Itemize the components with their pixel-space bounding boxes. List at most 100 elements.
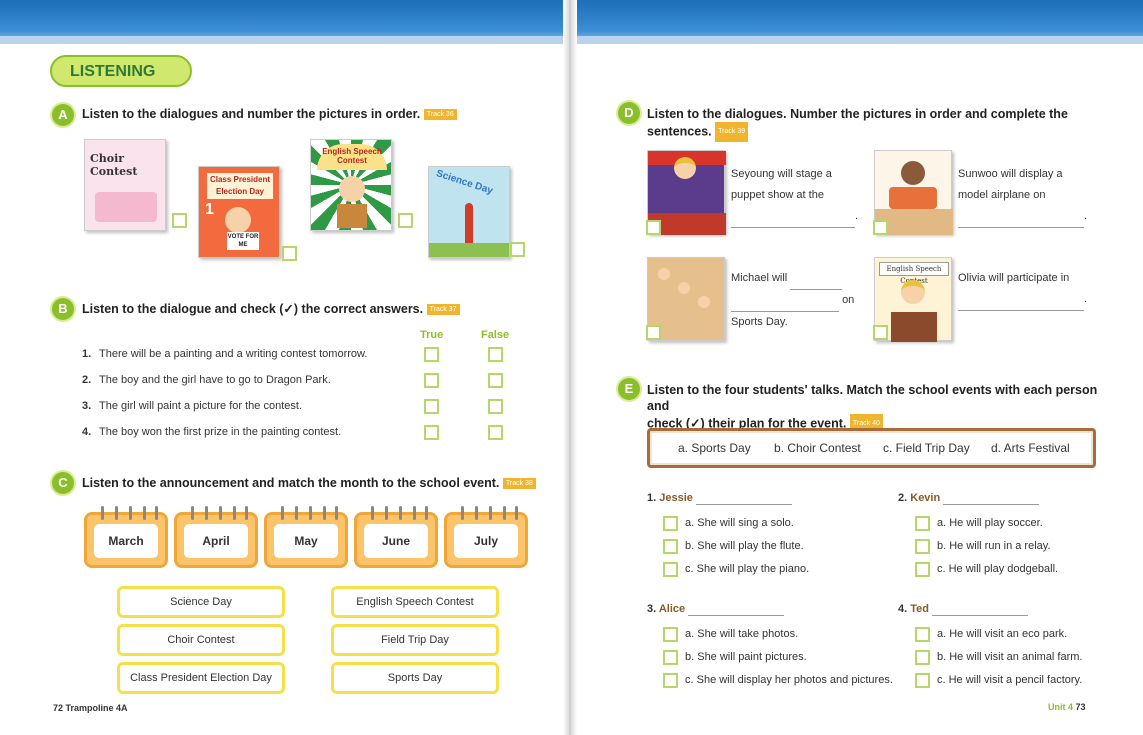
instruction-a: Listen to the dialogues and number the p… xyxy=(82,107,457,121)
plan-checkbox[interactable] xyxy=(663,627,678,642)
answer-blank[interactable] xyxy=(731,290,839,312)
statement-text: The boy won the first prize in the paint… xyxy=(99,426,342,438)
statement-number: 4. xyxy=(82,426,92,438)
shirt-illustration xyxy=(889,187,937,209)
sentence-d-4: Olivia will participate in . xyxy=(958,268,1090,311)
person-jessie: 1. Jessie xyxy=(647,492,792,505)
sentence-line: puppet show at the xyxy=(731,189,824,201)
true-header: True xyxy=(420,329,444,341)
track-badge-c[interactable]: Track 38 xyxy=(502,478,536,490)
answer-blank[interactable] xyxy=(932,603,1029,616)
checkbox-d-1[interactable] xyxy=(646,220,661,235)
sentence-line: Sports Day. xyxy=(731,316,788,328)
person-alice: 3. Alice xyxy=(647,603,785,616)
checkbox-d-2[interactable] xyxy=(873,220,888,235)
true-checkbox[interactable] xyxy=(424,373,439,388)
instruction-d-line2: sentences. xyxy=(647,124,712,139)
plan-checkbox[interactable] xyxy=(663,673,678,688)
page-footer-left: 72 Trampoline 4A xyxy=(53,703,128,713)
statement-number: 3. xyxy=(82,400,92,412)
plan-checkbox[interactable] xyxy=(915,627,930,642)
plan-checkbox[interactable] xyxy=(915,516,930,531)
plan-option: c. He will visit a pencil factory. xyxy=(937,674,1083,686)
plan-checkbox[interactable] xyxy=(663,650,678,665)
event-sports-day[interactable]: Sports Day xyxy=(331,662,499,694)
answer-blank[interactable] xyxy=(790,268,843,290)
event-option: d. Arts Festival xyxy=(991,441,1070,455)
plan-option: c. He will play dodgeball. xyxy=(937,563,1059,575)
answer-blank[interactable] xyxy=(958,206,1084,228)
answer-blank[interactable] xyxy=(695,492,792,505)
speaker-illustration xyxy=(339,176,365,202)
plan-checkbox[interactable] xyxy=(915,539,930,554)
sentence-line: . xyxy=(1084,210,1088,222)
calendar-march[interactable]: March xyxy=(84,506,168,568)
plan-option: b. He will visit an animal farm. xyxy=(937,651,1083,663)
calendar-july[interactable]: July xyxy=(444,506,528,568)
statement-row: 4. The boy won the first prize in the pai… xyxy=(82,426,341,438)
podium-illustration xyxy=(337,204,367,228)
person-number: 2. xyxy=(898,492,908,504)
plan-checkbox[interactable] xyxy=(915,562,930,577)
event-english-speech-contest[interactable]: English Speech Contest xyxy=(331,586,499,618)
checkbox-picture-3[interactable] xyxy=(398,213,413,228)
instruction-d-line1: Listen to the dialogues. Number the pict… xyxy=(647,107,1068,121)
event-option: a. Sports Day xyxy=(678,441,751,455)
false-header: False xyxy=(481,329,510,341)
boy-illustration xyxy=(225,207,251,233)
plan-option: a. He will visit an eco park. xyxy=(937,628,1068,640)
checkbox-picture-4[interactable] xyxy=(510,242,525,257)
calendar-april[interactable]: April xyxy=(174,506,258,568)
event-field-trip-day[interactable]: Field Trip Day xyxy=(331,624,499,656)
instruction-a-text: Listen to the dialogues and number the p… xyxy=(82,107,421,121)
true-checkbox[interactable] xyxy=(424,425,439,440)
track-badge-a[interactable]: Track 36 xyxy=(423,109,457,121)
month-label: April xyxy=(184,524,248,558)
event-option: b. Choir Contest xyxy=(774,441,861,455)
podium-illustration xyxy=(891,312,937,342)
sentence-line: . xyxy=(1084,293,1088,305)
person-name: Alice xyxy=(658,603,686,615)
checkbox-d-4[interactable] xyxy=(873,325,888,340)
false-checkbox[interactable] xyxy=(488,399,503,414)
answer-blank[interactable] xyxy=(958,289,1084,311)
runner-illustration xyxy=(658,268,670,280)
false-checkbox[interactable] xyxy=(488,425,503,440)
picture-choir-contest: Choir Contest xyxy=(84,139,166,231)
event-options-box: a. Sports Day b. Choir Contest c. Field … xyxy=(647,428,1096,468)
picture-science-day: Science Day xyxy=(428,166,510,258)
choir-illustration xyxy=(95,192,157,222)
sentence-line: on xyxy=(842,294,855,306)
plan-checkbox[interactable] xyxy=(915,673,930,688)
event-science-day[interactable]: Science Day xyxy=(117,586,285,618)
plan-checkbox[interactable] xyxy=(663,562,678,577)
runner-illustration xyxy=(678,282,690,294)
event-class-president-election-day[interactable]: Class President Election Day xyxy=(117,662,285,694)
false-checkbox[interactable] xyxy=(488,347,503,362)
calendar-may[interactable]: May xyxy=(264,506,348,568)
puppeteer-illustration xyxy=(674,157,696,179)
answer-blank[interactable] xyxy=(943,492,1040,505)
calendar-june[interactable]: June xyxy=(354,506,438,568)
plan-checkbox[interactable] xyxy=(663,516,678,531)
true-checkbox[interactable] xyxy=(424,399,439,414)
plan-option: a. He will play soccer. xyxy=(937,517,1043,529)
checkbox-picture-2[interactable] xyxy=(282,246,297,261)
checkbox-picture-1[interactable] xyxy=(172,213,187,228)
plan-checkbox[interactable] xyxy=(915,650,930,665)
sentence-line: model airplane on xyxy=(958,189,1046,201)
instruction-b-text: Listen to the dialogue and check (✓) the… xyxy=(82,302,424,316)
plan-checkbox[interactable] xyxy=(663,539,678,554)
track-badge-b[interactable]: Track 37 xyxy=(426,304,460,316)
footer-unit: Unit 4 xyxy=(1048,702,1074,712)
false-checkbox[interactable] xyxy=(488,373,503,388)
track-badge-d[interactable]: Track 39 xyxy=(715,122,749,142)
footer-page-number: 73 xyxy=(1075,702,1086,712)
true-checkbox[interactable] xyxy=(424,347,439,362)
answer-blank[interactable] xyxy=(731,206,855,228)
event-choir-contest[interactable]: Choir Contest xyxy=(117,624,285,656)
checkbox-d-3[interactable] xyxy=(646,325,661,340)
picture-caption: Science Day xyxy=(434,168,495,197)
answer-blank[interactable] xyxy=(688,603,785,616)
instruction-c: Listen to the announcement and match the… xyxy=(82,476,536,490)
